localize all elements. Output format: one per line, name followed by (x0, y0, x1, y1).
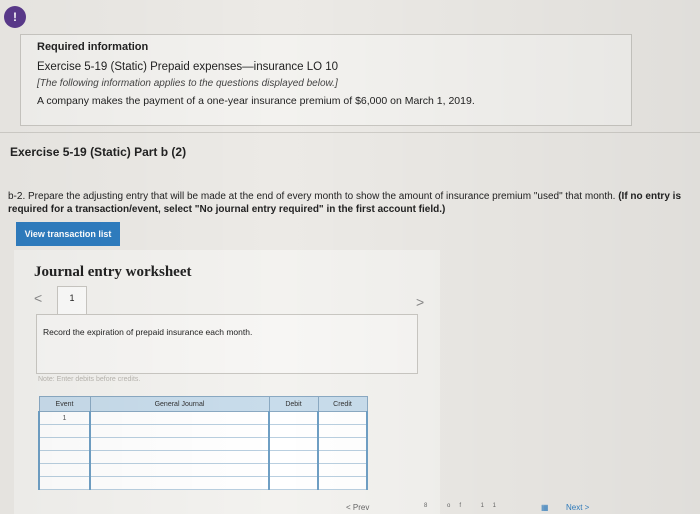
debit-input[interactable] (268, 437, 319, 451)
instruction-text: b-2. Prepare the adjusting entry that wi… (8, 191, 616, 202)
event-cell (38, 437, 91, 451)
account-input[interactable] (89, 476, 270, 490)
credit-input[interactable] (317, 476, 368, 490)
chevron-left-icon[interactable]: < (34, 290, 42, 306)
credit-input[interactable] (317, 450, 368, 464)
column-header-debit: Debit (268, 396, 319, 412)
debit-input[interactable] (268, 450, 319, 464)
alert-badge-icon: ! (4, 6, 26, 28)
debits-before-credits-note: Note: Enter debits before credits. (38, 376, 141, 383)
event-cell (38, 463, 91, 477)
table-row (38, 463, 368, 477)
debit-input[interactable] (268, 463, 319, 477)
table-row (38, 424, 368, 438)
column-header-general-journal: General Journal (89, 396, 270, 412)
grid-icon[interactable]: ▦ (541, 503, 549, 512)
exercise-title: Exercise 5-19 (Static) Prepaid expenses—… (37, 61, 339, 73)
event-cell (38, 476, 91, 490)
account-input[interactable] (89, 437, 270, 451)
debit-input[interactable] (268, 411, 319, 425)
view-transaction-list-button[interactable]: View transaction list (16, 222, 120, 246)
event-cell (38, 424, 91, 438)
credit-input[interactable] (317, 463, 368, 477)
table-row (38, 476, 368, 490)
table-row (38, 437, 368, 451)
question-instruction: b-2. Prepare the adjusting entry that wi… (8, 190, 688, 216)
account-input[interactable] (89, 463, 270, 477)
account-input[interactable] (89, 411, 270, 425)
journal-table: Event General Journal Debit Credit 1 (38, 396, 368, 490)
credit-input[interactable] (317, 411, 368, 425)
table-row (38, 450, 368, 464)
event-cell (38, 450, 91, 464)
next-button[interactable]: Next > (566, 503, 589, 512)
transaction-description-box: Record the expiration of prepaid insuran… (36, 314, 418, 374)
part-title: Exercise 5-19 (Static) Part b (2) (0, 132, 700, 168)
debit-input[interactable] (268, 476, 319, 490)
account-input[interactable] (89, 450, 270, 464)
event-cell: 1 (38, 411, 91, 425)
column-header-event: Event (38, 396, 91, 412)
credit-input[interactable] (317, 424, 368, 438)
credit-input[interactable] (317, 437, 368, 451)
tab-transaction-1[interactable]: 1 (57, 286, 87, 314)
column-header-credit: Credit (317, 396, 368, 412)
chevron-right-icon[interactable]: > (416, 294, 424, 310)
info-body: A company makes the payment of a one-yea… (37, 95, 475, 107)
prev-button[interactable]: < Prev (346, 503, 369, 512)
journal-entry-worksheet: Journal entry worksheet < 1 > Record the… (14, 250, 440, 514)
required-information-heading: Required information (37, 41, 149, 53)
table-row: 1 (38, 411, 368, 425)
transaction-description: Record the expiration of prepaid insuran… (43, 327, 253, 337)
account-input[interactable] (89, 424, 270, 438)
debit-input[interactable] (268, 424, 319, 438)
worksheet-title: Journal entry worksheet (34, 264, 192, 280)
page-indicator: 8 of 11 (424, 503, 505, 509)
info-note: [The following information applies to th… (37, 78, 338, 89)
required-information-panel: Required information Exercise 5-19 (Stat… (20, 34, 632, 126)
